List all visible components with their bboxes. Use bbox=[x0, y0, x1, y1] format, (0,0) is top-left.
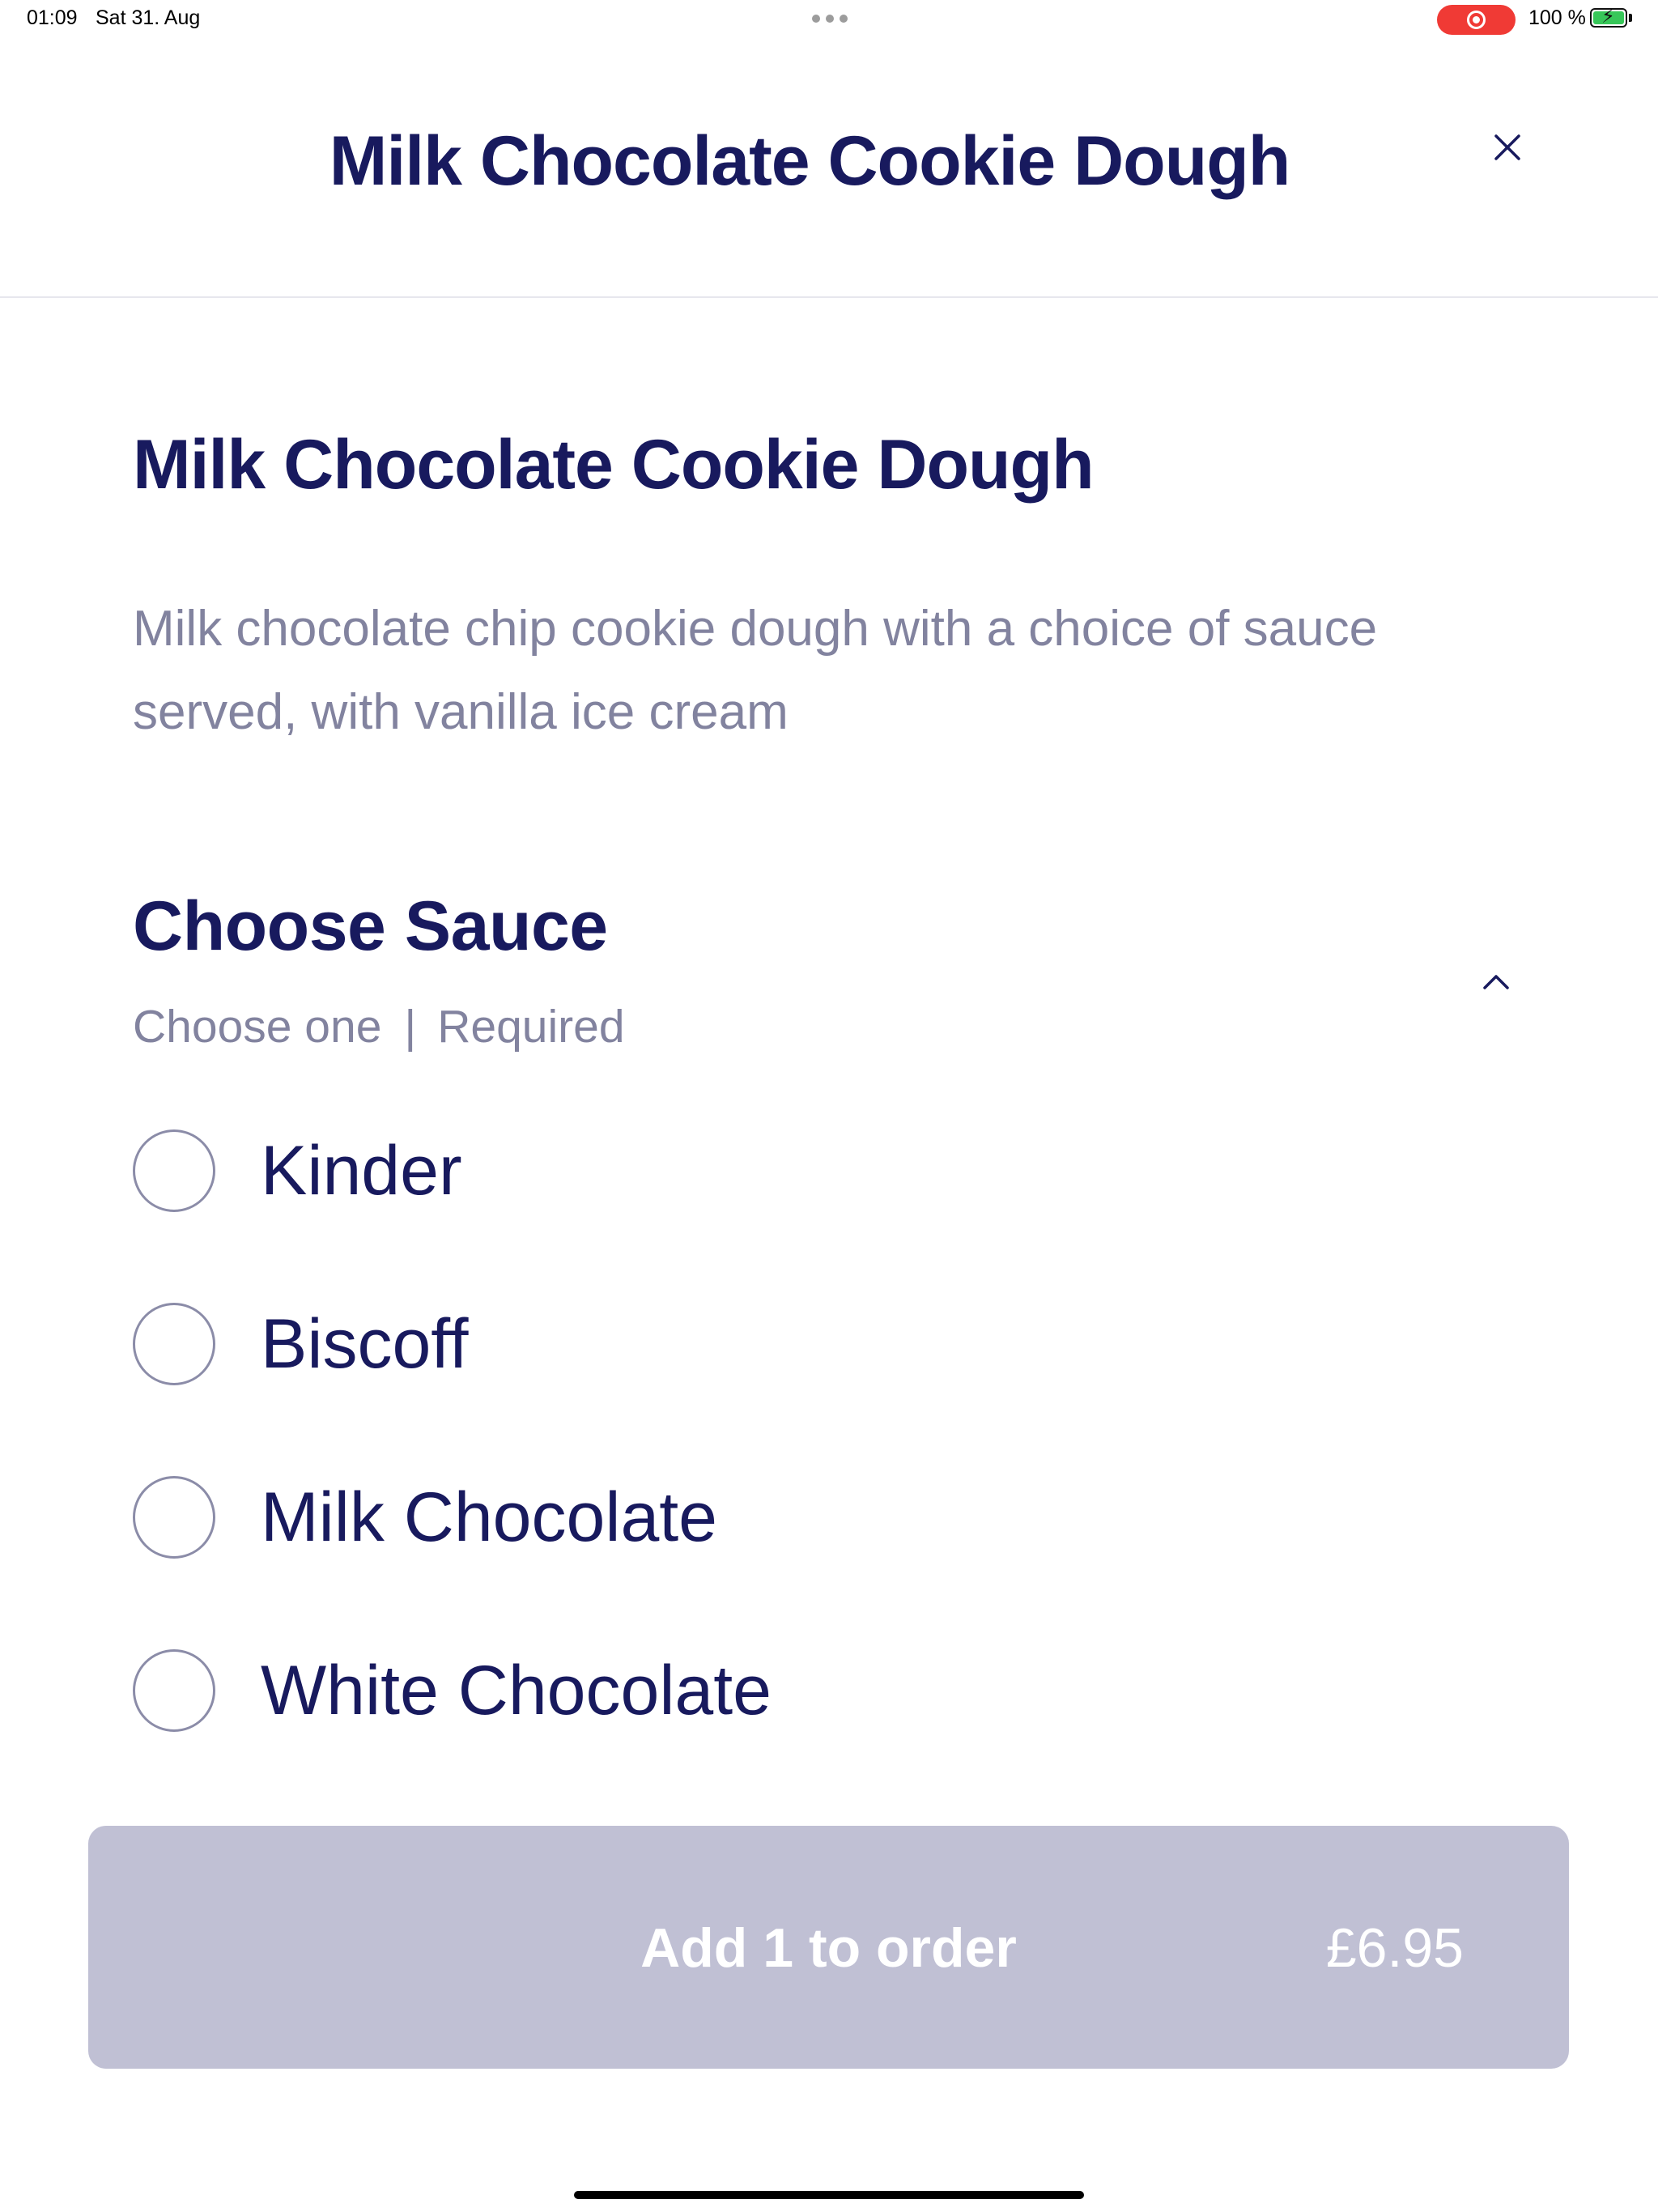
option-label: Milk Chocolate bbox=[261, 1478, 717, 1556]
sauce-option-biscoff[interactable]: Biscoff bbox=[133, 1300, 1558, 1389]
collapse-section-button[interactable] bbox=[1478, 963, 1514, 999]
home-indicator[interactable] bbox=[574, 2191, 1084, 2199]
item-description: Milk chocolate chip cookie dough with a … bbox=[133, 601, 1378, 740]
radio-button[interactable] bbox=[133, 1129, 215, 1212]
product-options-sheet: 01:09 Sat 31. Aug 100 % ⚡ Milk Chocolate… bbox=[0, 0, 1658, 2212]
option-label: Biscoff bbox=[261, 1304, 469, 1383]
record-icon bbox=[1467, 11, 1486, 29]
radio-button[interactable] bbox=[133, 1649, 215, 1732]
add-to-order-button[interactable]: Add 1 to order £6.95 bbox=[88, 1826, 1569, 2069]
order-price: £6.95 bbox=[1325, 1917, 1464, 1979]
sauce-option-milk-chocolate[interactable]: Milk Chocolate bbox=[133, 1473, 1558, 1562]
meta-separator: | bbox=[404, 1001, 417, 1053]
radio-button[interactable] bbox=[133, 1476, 215, 1559]
header-title: Milk Chocolate Cookie Dough bbox=[329, 122, 1291, 200]
status-date: Sat 31. Aug bbox=[96, 6, 201, 29]
status-time: 01:09 bbox=[27, 6, 78, 29]
charging-bolt-icon: ⚡ bbox=[1601, 6, 1615, 28]
battery-icon: ⚡ bbox=[1590, 6, 1627, 28]
option-label: White Chocolate bbox=[261, 1651, 772, 1729]
status-bar: 01:09 Sat 31. Aug 100 % ⚡ bbox=[0, 0, 1658, 39]
sauce-section-requirement: Choose one | Required bbox=[133, 1000, 625, 1053]
required-text: Required bbox=[437, 1001, 625, 1053]
multitasking-dots-icon[interactable] bbox=[812, 15, 848, 23]
choose-one-text: Choose one bbox=[133, 1001, 382, 1053]
battery-percentage: 100 % bbox=[1528, 6, 1586, 29]
battery-tip bbox=[1629, 14, 1632, 22]
sauce-option-white-chocolate[interactable]: White Chocolate bbox=[133, 1646, 1558, 1735]
screen-recording-indicator[interactable] bbox=[1437, 5, 1516, 35]
radio-button[interactable] bbox=[133, 1303, 215, 1385]
sauce-option-kinder[interactable]: Kinder bbox=[133, 1126, 1558, 1215]
chevron-up-icon bbox=[1483, 975, 1509, 989]
sauce-section-title: Choose Sauce bbox=[133, 887, 608, 965]
header-divider bbox=[0, 296, 1658, 298]
close-icon bbox=[1494, 134, 1520, 160]
option-label: Kinder bbox=[261, 1131, 462, 1210]
close-button[interactable] bbox=[1490, 130, 1525, 165]
item-title: Milk Chocolate Cookie Dough bbox=[133, 426, 1095, 504]
